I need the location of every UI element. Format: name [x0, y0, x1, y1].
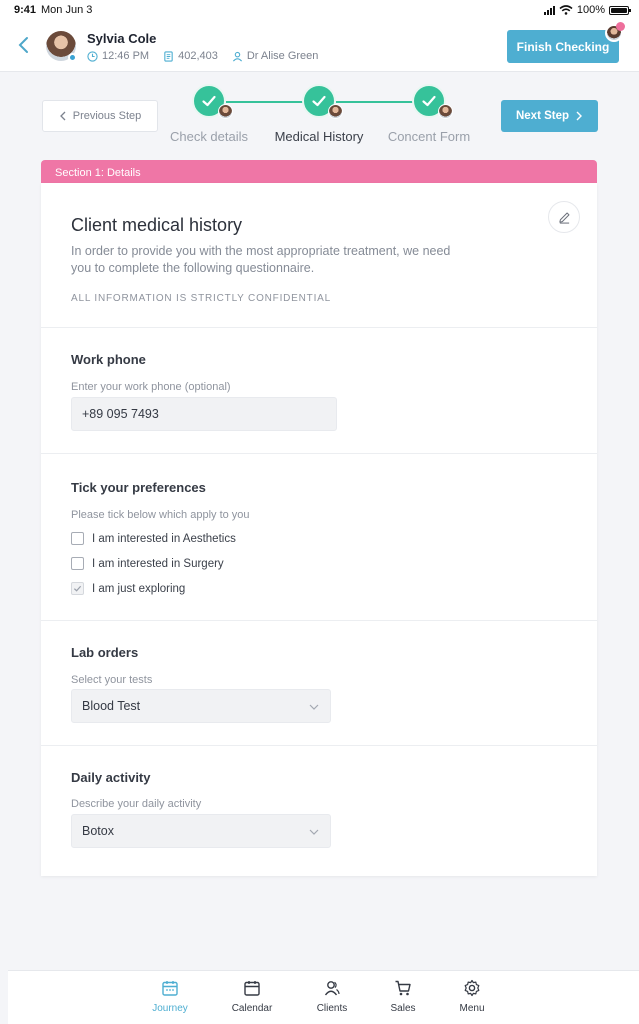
card-title: Client medical history: [71, 215, 243, 235]
divider: [41, 620, 597, 621]
checkbox-label: I am interested in Aesthetics: [92, 532, 236, 545]
work-phone-hint: Enter your work phone (optional): [71, 381, 231, 393]
work-phone-field[interactable]: +89 095 7493: [71, 397, 337, 431]
tab-label: Clients: [316, 1003, 348, 1014]
divider: [41, 327, 597, 328]
staff-avatar: [605, 22, 625, 42]
check-icon: [312, 95, 326, 107]
checkbox-label: I am just exploring: [92, 582, 186, 595]
preferences-title: Tick your preferences: [71, 480, 206, 495]
tab-label: Calendar: [231, 1003, 273, 1014]
step-check-details[interactable]: Check details: [154, 84, 264, 144]
calendar-icon: [162, 981, 178, 996]
tab-sales[interactable]: Sales: [373, 979, 433, 1014]
daily-activity-hint: Describe your daily activity: [71, 798, 202, 810]
lab-orders-title: Lab orders: [71, 645, 139, 660]
lab-orders-select[interactable]: Blood Test: [71, 689, 331, 723]
checkbox-aesthetics[interactable]: I am interested in Aesthetics: [71, 532, 236, 545]
previous-step-button[interactable]: Previous Step: [42, 100, 158, 132]
appointment-time: 12:46 PM: [102, 50, 150, 62]
next-step-label: Next Step: [515, 110, 570, 122]
daily-activity-title: Daily activity: [71, 770, 151, 785]
step-label: Concent Form: [387, 129, 471, 144]
checkbox[interactable]: [71, 557, 84, 570]
work-phone-title: Work phone: [71, 352, 146, 367]
tab-menu[interactable]: Menu: [442, 979, 502, 1014]
medical-history-card: Client medical history In order to provi…: [41, 183, 597, 876]
tab-clients[interactable]: Clients: [302, 979, 362, 1014]
preferences-hint: Please tick below which apply to you: [71, 509, 250, 521]
step-medical-history[interactable]: Medical History: [264, 84, 374, 144]
user-icon: [232, 51, 242, 61]
checkbox-label: I am interested in Surgery: [92, 557, 224, 570]
calendar-icon: [244, 981, 260, 996]
daily-activity-value: Botox: [82, 824, 114, 838]
step-label: Check details: [169, 129, 249, 144]
lab-orders-hint: Select your tests: [71, 674, 153, 686]
tab-journey[interactable]: Journey: [140, 979, 200, 1014]
pencil-icon: [558, 212, 569, 224]
next-step-button[interactable]: Next Step: [501, 100, 598, 132]
status-bar: 9:41 Mon Jun 3 100%: [0, 0, 639, 20]
tab-label: Journey: [152, 1003, 188, 1014]
clock-icon: [87, 50, 98, 62]
checkbox-checked[interactable]: [71, 582, 84, 595]
cart-icon: [395, 980, 411, 996]
step-avatar: [218, 104, 233, 119]
doctor-name: Dr Alise Green: [246, 50, 319, 62]
document-icon: [164, 50, 173, 62]
tab-label: Sales: [390, 1003, 416, 1014]
check-icon: [422, 95, 436, 107]
chevron-right-icon: [576, 111, 583, 121]
status-date: Mon Jun 3: [41, 4, 93, 16]
check-icon: [202, 95, 216, 107]
patient-avatar[interactable]: [46, 31, 77, 62]
step-label: Medical History: [274, 129, 364, 144]
edit-button[interactable]: [548, 201, 580, 233]
checkbox-surgery[interactable]: I am interested in Surgery: [71, 557, 224, 570]
users-icon: [324, 981, 340, 996]
signal-icon: [543, 5, 555, 15]
battery-icon: [609, 5, 631, 15]
card-description: In order to provide you with the most ap…: [71, 244, 451, 275]
status-time: 9:41: [14, 4, 37, 16]
daily-activity-select[interactable]: Botox: [71, 814, 331, 848]
checkbox[interactable]: [71, 532, 84, 545]
finish-checking-button[interactable]: Finish Checking: [507, 30, 619, 63]
tab-calendar[interactable]: Calendar: [222, 979, 282, 1014]
battery-percent: 100%: [576, 4, 605, 16]
previous-step-label: Previous Step: [72, 110, 142, 122]
lab-orders-value: Blood Test: [82, 699, 141, 713]
tab-bar: Journey Calendar Clients Sales Menu: [8, 970, 639, 1024]
patient-header: Sylvia Cole 12:46 PM 402,403 Dr Alise Gr…: [0, 20, 639, 72]
back-icon[interactable]: [14, 35, 34, 55]
check-icon: [73, 585, 82, 592]
gear-icon: [464, 979, 480, 997]
patient-name: Sylvia Cole: [87, 31, 157, 46]
step-avatar: [438, 104, 453, 119]
record-id: 402,403: [178, 50, 218, 62]
chevron-down-icon: [309, 829, 319, 835]
divider: [41, 453, 597, 454]
checkbox-exploring[interactable]: I am just exploring: [71, 582, 185, 595]
chevron-left-icon: [59, 111, 66, 121]
tab-label: Menu: [459, 1003, 485, 1014]
section-tab: Section 1: Details: [41, 160, 597, 184]
confidential-note: ALL INFORMATION IS STRICTLY CONFIDENTIAL: [71, 293, 331, 304]
divider: [41, 745, 597, 746]
online-indicator: [68, 53, 77, 62]
wifi-icon: [559, 5, 573, 15]
patient-meta: 12:46 PM 402,403 Dr Alise Green: [87, 50, 326, 62]
notification-badge: [616, 22, 625, 31]
chevron-down-icon: [309, 704, 319, 710]
step-consent-form[interactable]: Concent Form: [374, 84, 484, 144]
step-avatar: [328, 104, 343, 119]
